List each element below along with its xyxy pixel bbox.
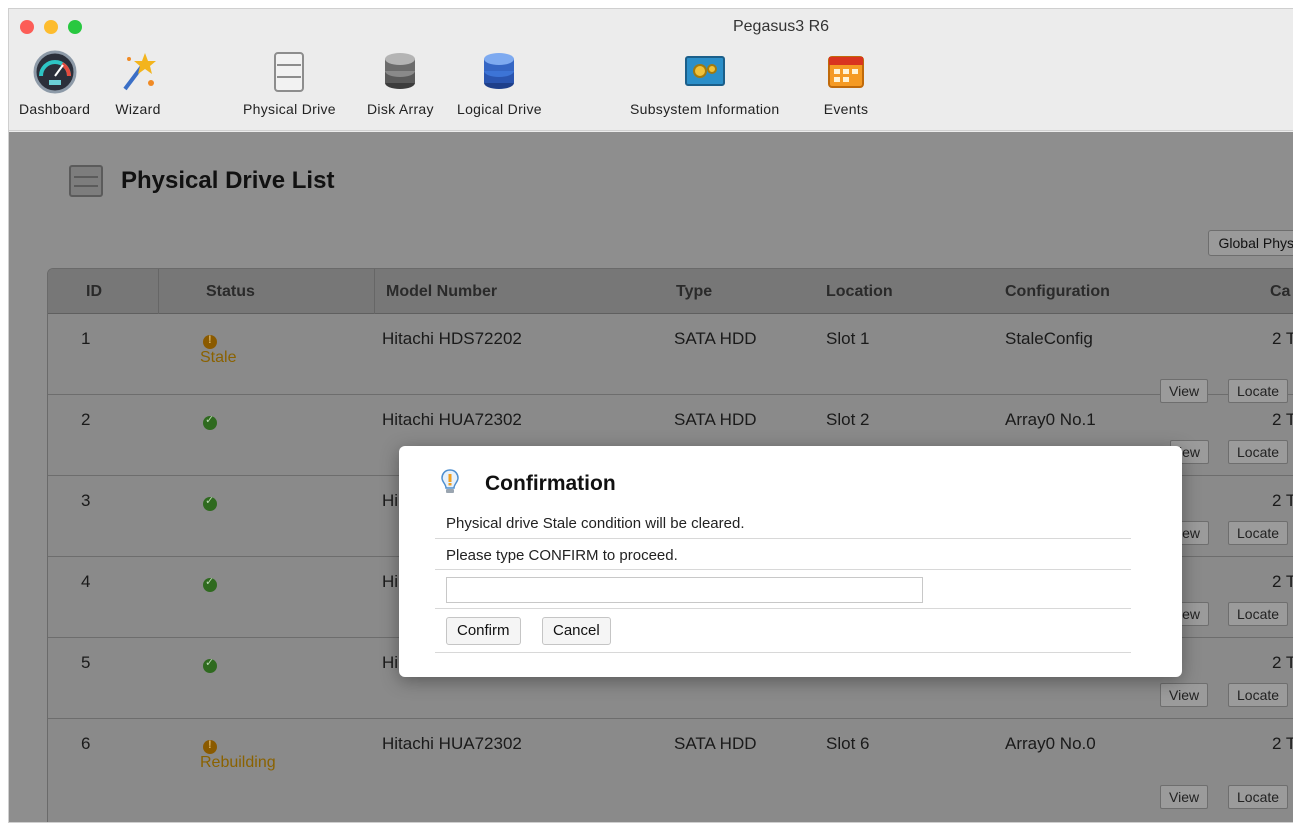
confirm-button[interactable]: Confirm	[446, 617, 521, 645]
info-bulb-icon	[439, 468, 461, 498]
view-button[interactable]: View	[1160, 683, 1209, 707]
calendar-events-icon	[823, 49, 869, 95]
cell-configuration: Array0 No.1	[1005, 410, 1096, 429]
physical-drive-icon	[266, 49, 312, 95]
divider	[435, 608, 1131, 609]
dialog-message: Physical drive Stale condition will be c…	[446, 515, 745, 532]
cell-model-number: Hitachi HUA72302	[382, 734, 522, 753]
column-header-model-number[interactable]: Model Number	[386, 269, 497, 314]
locate-button[interactable]: Locate	[1228, 440, 1289, 464]
toolbar-label: Subsystem Information	[630, 101, 780, 117]
cell-id: 6	[81, 734, 91, 753]
confirmation-dialog: Confirmation Physical drive Stale condit…	[399, 446, 1182, 677]
divider	[435, 569, 1131, 570]
cell-model-number: Hi	[382, 572, 399, 591]
warning-icon	[203, 739, 217, 754]
cell-id: 2	[81, 410, 91, 429]
cell-capacity: 2 T	[1272, 734, 1293, 753]
locate-button[interactable]: Locate	[1228, 683, 1289, 707]
cell-configuration: Array0 No.0	[1005, 734, 1096, 753]
cell-id: 4	[81, 572, 91, 591]
divider	[435, 538, 1131, 539]
table-row[interactable]: 6 Rebuilding Hitachi HUA72302 SATA HDD S…	[48, 720, 1293, 822]
page-title: Physical Drive List	[121, 167, 335, 194]
cell-capacity: 2 T	[1272, 572, 1293, 591]
window-title: Pegasus3 R6	[732, 18, 830, 35]
column-header-id[interactable]: ID	[86, 269, 102, 314]
column-header-location[interactable]: Location	[826, 269, 893, 314]
table-row[interactable]: 1 Stale Hitachi HDS72202 SATA HDD Slot 1…	[48, 315, 1293, 403]
status-text: Rebuilding	[200, 754, 276, 771]
logical-drive-icon	[476, 49, 522, 95]
toolbar-events[interactable]: Events	[823, 49, 869, 129]
cell-location: Slot 2	[826, 410, 870, 429]
toolbar-logical-drive[interactable]: Logical Drive	[457, 49, 542, 129]
gauge-icon	[32, 49, 78, 95]
wizard-wand-icon	[115, 49, 161, 95]
status-cell	[203, 575, 217, 592]
check-icon	[203, 494, 217, 511]
cell-capacity: 2 T	[1272, 410, 1293, 429]
divider	[435, 652, 1131, 653]
toolbar-disk-array[interactable]: Disk Array	[367, 49, 434, 129]
column-header-capacity[interactable]: Ca	[1270, 269, 1290, 314]
cell-id: 1	[81, 329, 91, 348]
cell-type: SATA HDD	[674, 734, 757, 753]
cell-model-number: Hi	[382, 491, 399, 510]
status-cell: Stale	[200, 334, 236, 366]
cell-configuration: StaleConfig	[1005, 329, 1093, 348]
titlebar-toolbar: Pegasus3 R6 Dashboard Wizard Physical Dr…	[9, 9, 1293, 131]
column-header-type[interactable]: Type	[676, 269, 712, 314]
check-icon	[203, 413, 217, 430]
toolbar-label: Disk Array	[367, 101, 434, 117]
cell-location: Slot 6	[826, 734, 870, 753]
view-button[interactable]: View	[1160, 785, 1209, 809]
status-cell	[203, 494, 217, 511]
cell-capacity: 2 T	[1272, 329, 1293, 348]
dialog-prompt: Please type CONFIRM to proceed.	[446, 547, 678, 564]
cell-model-number: Hitachi HDS72202	[382, 329, 522, 348]
status-text: Stale	[200, 349, 237, 366]
cell-capacity: 2 T	[1272, 491, 1293, 510]
locate-button[interactable]: Locate	[1228, 785, 1289, 809]
confirm-text-input[interactable]	[446, 577, 923, 603]
subsystem-info-icon	[682, 49, 728, 95]
check-icon	[203, 575, 217, 592]
disk-array-icon	[377, 49, 423, 95]
status-cell: Rebuilding	[200, 739, 276, 771]
toolbar-wizard[interactable]: Wizard	[115, 49, 161, 129]
toolbar-label: Logical Drive	[457, 101, 542, 117]
cell-id: 5	[81, 653, 91, 672]
check-icon	[203, 656, 217, 673]
locate-button[interactable]: Locate	[1228, 521, 1289, 545]
toolbar-label: Events	[823, 101, 869, 117]
status-cell	[203, 656, 217, 673]
cell-type: SATA HDD	[674, 329, 757, 348]
toolbar-subsystem-information[interactable]: Subsystem Information	[630, 49, 779, 129]
toolbar-label: Dashboard	[19, 101, 91, 117]
page-header: Physical Drive List	[69, 165, 334, 197]
app-window: Pegasus3 R6 Dashboard Wizard Physical Dr…	[8, 8, 1293, 823]
cancel-button[interactable]: Cancel	[542, 617, 611, 645]
cell-type: SATA HDD	[674, 410, 757, 429]
physical-drive-icon	[69, 165, 103, 197]
global-physical-drive-settings-button[interactable]: Global Phys	[1207, 230, 1293, 256]
cell-model-number: Hitachi HUA72302	[382, 410, 522, 429]
dialog-title: Confirmation	[485, 472, 616, 495]
toolbar-physical-drive[interactable]: Physical Drive	[243, 49, 336, 129]
cell-model-number: Hi	[382, 653, 399, 672]
column-header-configuration[interactable]: Configuration	[1005, 269, 1110, 314]
column-header-status[interactable]: Status	[206, 269, 255, 314]
toolbar-dashboard[interactable]: Dashboard	[19, 49, 90, 129]
warning-icon	[203, 334, 217, 349]
locate-button[interactable]: Locate	[1228, 602, 1289, 626]
cell-capacity: 2 T	[1272, 653, 1293, 672]
toolbar-label: Wizard	[115, 101, 161, 117]
toolbar-label: Physical Drive	[243, 101, 336, 117]
table-header: ID Status Model Number Type Location Con…	[48, 269, 1293, 314]
status-cell	[203, 413, 217, 430]
cell-location: Slot 1	[826, 329, 870, 348]
cell-id: 3	[81, 491, 91, 510]
